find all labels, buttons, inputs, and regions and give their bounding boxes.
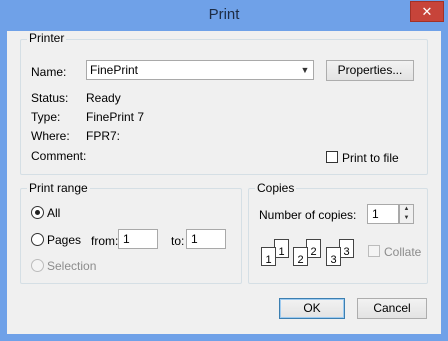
- print-range-group-label: Print range: [27, 181, 90, 195]
- printer-group-label: Printer: [27, 31, 67, 45]
- from-label: from:: [91, 234, 119, 248]
- ok-button[interactable]: OK: [279, 298, 345, 319]
- page-icon: 3: [326, 247, 341, 266]
- window-title: Print: [208, 6, 240, 23]
- spin-down-icon[interactable]: ▼: [400, 214, 413, 223]
- print-dialog: Print ✕ Printer Name: FinePrint ▼ Proper…: [0, 0, 448, 341]
- name-label: Name:: [31, 65, 67, 79]
- where-label: Where:: [31, 129, 70, 143]
- pages-radio-label[interactable]: Pages: [47, 233, 81, 247]
- number-of-copies-label: Number of copies:: [259, 208, 357, 222]
- pages-radio[interactable]: [31, 233, 44, 246]
- copies-spinner[interactable]: ▲ ▼: [399, 204, 414, 224]
- page-icon: 1: [274, 239, 289, 258]
- collate-label[interactable]: Collate: [384, 245, 421, 259]
- where-value: FPR7:: [86, 129, 121, 143]
- dialog-body: Printer Name: FinePrint ▼ Properties... …: [7, 31, 441, 334]
- status-label: Status:: [31, 91, 69, 105]
- close-button[interactable]: ✕: [410, 1, 444, 22]
- printer-name-select[interactable]: FinePrint ▼: [86, 60, 314, 80]
- type-value: FinePrint 7: [86, 110, 145, 124]
- properties-button[interactable]: Properties...: [326, 60, 414, 81]
- to-label: to:: [171, 234, 185, 248]
- copies-group-label: Copies: [255, 181, 297, 195]
- comment-label: Comment:: [31, 149, 87, 163]
- chevron-down-icon: ▼: [300, 65, 310, 75]
- page-icon: 3: [339, 239, 354, 258]
- all-radio-label[interactable]: All: [47, 206, 60, 220]
- radio-selected-dot: [35, 210, 40, 215]
- page-icon: 1: [261, 247, 276, 266]
- copies-group: [248, 188, 428, 284]
- to-input[interactable]: 1: [186, 229, 226, 249]
- printer-name-value: FinePrint: [90, 63, 139, 77]
- selection-radio[interactable]: [31, 259, 44, 272]
- from-input[interactable]: 1: [118, 229, 158, 249]
- page-icon: 2: [293, 247, 308, 266]
- selection-radio-label[interactable]: Selection: [47, 259, 96, 273]
- page-icon: 2: [306, 239, 321, 258]
- spin-up-icon[interactable]: ▲: [400, 205, 413, 214]
- print-to-file-checkbox[interactable]: [326, 151, 338, 163]
- collate-checkbox[interactable]: [368, 245, 380, 257]
- copies-input[interactable]: 1: [367, 204, 399, 224]
- type-label: Type:: [31, 110, 61, 124]
- all-radio[interactable]: [31, 206, 44, 219]
- title-bar[interactable]: Print ✕: [0, 0, 448, 31]
- close-icon: ✕: [421, 4, 433, 19]
- status-value: Ready: [86, 91, 121, 105]
- print-to-file-label[interactable]: Print to file: [342, 151, 399, 165]
- cancel-button[interactable]: Cancel: [357, 298, 427, 319]
